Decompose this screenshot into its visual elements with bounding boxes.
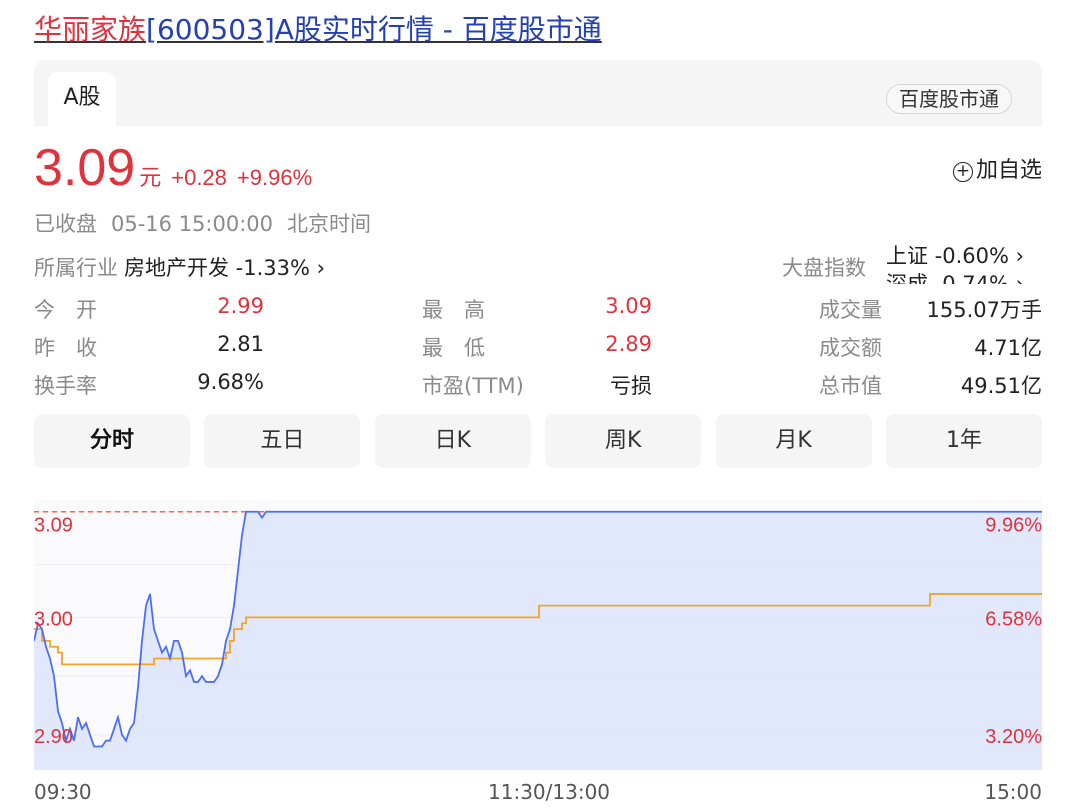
intraday-chart[interactable]: 3.09 3.00 2.90 9.96% 6.58% 3.20% bbox=[34, 60, 1042, 780]
chart-y-label-right: 3.20% bbox=[985, 726, 1042, 748]
chart-y-label-right: 6.58% bbox=[985, 608, 1042, 630]
x-label-close: 15:00 bbox=[984, 780, 1042, 804]
chart-y-label-left: 3.09 bbox=[34, 515, 73, 537]
x-label-midday: 11:30/13:00 bbox=[488, 780, 611, 804]
page-title-link[interactable]: 华丽家族[600503]A股实时行情 - 百度股市通 bbox=[34, 8, 602, 48]
chart-y-label-left: 2.90 bbox=[34, 726, 73, 748]
title-rest: [600503]A股实时行情 - 百度股市通 bbox=[146, 13, 602, 46]
x-label-open: 09:30 bbox=[34, 780, 92, 804]
chart-y-label-left: 3.00 bbox=[34, 608, 73, 630]
quote-card: A股 百度股市通 3.09 元 +0.28 +9.96% + 加自选 已收盘 05-16 … bbox=[34, 60, 1042, 809]
title-stock-name: 华丽家族 bbox=[34, 13, 147, 46]
chart-y-label-right: 9.96% bbox=[985, 515, 1042, 537]
